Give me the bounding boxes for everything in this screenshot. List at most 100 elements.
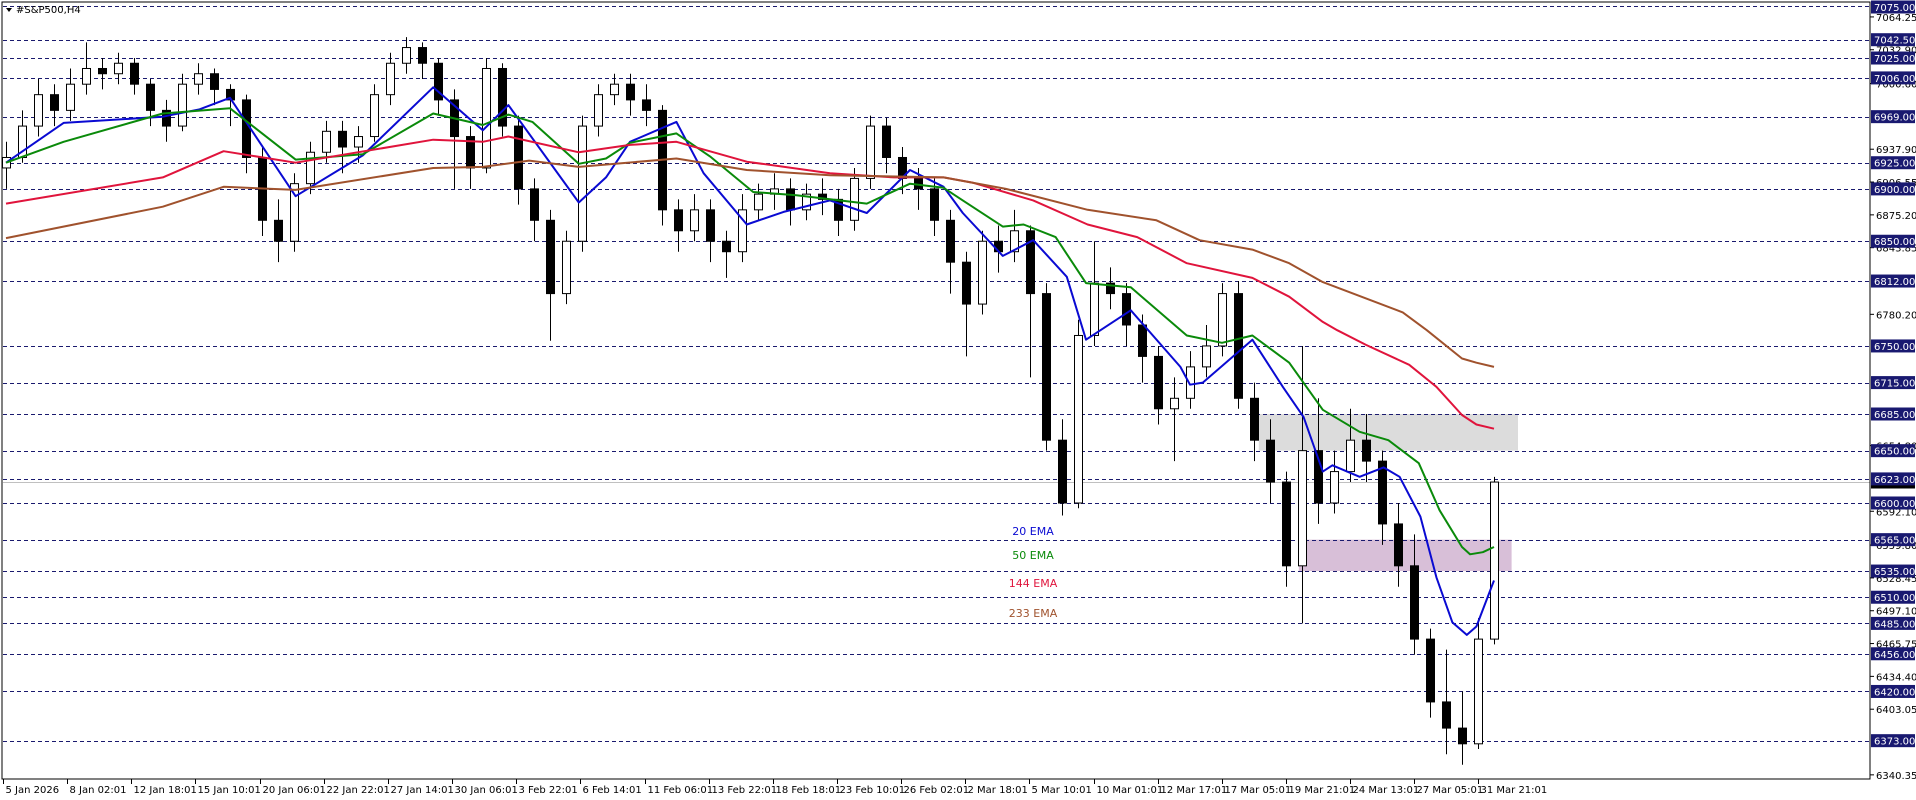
price-level-text: 6925.00	[1874, 159, 1915, 170]
price-tick-label: 6340.35	[1876, 771, 1916, 782]
time-tick-label: 23 Feb 10:01	[840, 785, 906, 796]
candle	[434, 58, 443, 116]
candle	[178, 73, 187, 132]
dropdown-triangle-icon[interactable]	[6, 8, 12, 12]
candle	[674, 199, 683, 252]
candle	[130, 58, 139, 95]
candle-body-bull	[386, 62, 395, 96]
candle	[418, 42, 427, 79]
candle	[1282, 471, 1291, 587]
candle	[626, 73, 635, 116]
candle	[242, 94, 251, 174]
legend-144-ema: 144 EMA	[1009, 577, 1058, 590]
candle	[786, 178, 795, 226]
zone-rect	[1258, 414, 1518, 451]
candle	[546, 209, 555, 341]
candle	[1458, 691, 1467, 765]
price-chart[interactable]: 20 EMA 50 EMA 144 EMA 233 EMA 7064.25703…	[0, 0, 1916, 800]
candle	[882, 117, 891, 174]
candle-body-bull	[690, 209, 699, 232]
legend-50-ema: 50 EMA	[1012, 549, 1054, 562]
time-tick-label: 27 Jan 14:01	[391, 785, 454, 796]
price-level-text: 6900.00	[1874, 185, 1915, 196]
candle-body-bull	[866, 125, 875, 179]
candle	[498, 63, 507, 137]
candle-body-bear	[1394, 523, 1403, 567]
candle-body-bull	[402, 47, 411, 64]
price-level-text: 6812.00	[1874, 277, 1915, 288]
time-tick-label: 10 Mar 01:01	[1097, 785, 1164, 796]
candle	[1090, 241, 1099, 346]
time-tick-label: 24 Mar 13:01	[1353, 785, 1420, 796]
price-tick-label: 6875.20	[1876, 211, 1916, 222]
candle-body-bull	[1330, 471, 1339, 504]
time-tick-label: 3 Feb 22:01	[519, 785, 578, 796]
candle	[658, 105, 667, 226]
candle	[402, 37, 411, 74]
candle-body-bear	[962, 261, 971, 305]
candle-body-bear	[930, 188, 939, 221]
candle-body-bear	[1282, 481, 1291, 567]
candle	[1474, 618, 1483, 750]
candle	[386, 52, 395, 106]
candle	[562, 230, 571, 305]
candle	[290, 173, 299, 252]
time-axis[interactable]: 5 Jan 2026 8 Jan 02:01 12 Jan 18:01 15 Jan …	[3, 779, 1548, 796]
price-axis[interactable]: 7064.257032.907000.606937.906906.556875.…	[1870, 0, 1916, 782]
candle-body-bull	[1474, 638, 1483, 745]
candle-body-bull	[610, 83, 619, 96]
price-level-label: 6565.00	[1871, 533, 1915, 547]
candle-body-bull	[850, 177, 859, 221]
price-level-text: 6373.00	[1874, 737, 1915, 748]
candle-body-bear	[642, 99, 651, 111]
candle-body-bear	[146, 83, 155, 111]
time-tick-label: 12 Mar 17:01	[1161, 785, 1228, 796]
price-level-label: 6812.00	[1871, 274, 1915, 288]
candle	[690, 194, 699, 242]
price-level-label: 6456.00	[1871, 647, 1915, 661]
legend-20-ema: 20 EMA	[1012, 525, 1054, 538]
price-level-text: 6750.00	[1874, 342, 1915, 353]
candle	[98, 58, 107, 90]
time-tick-label: 26 Feb 02:01	[904, 785, 970, 796]
candle-body-bear	[1138, 324, 1147, 357]
candle	[642, 84, 651, 127]
candle-body-bear	[418, 47, 427, 64]
price-level-text: 6510.00	[1874, 593, 1915, 604]
time-tick-label: 5 Mar 10:01	[1032, 785, 1092, 796]
candle	[114, 52, 123, 85]
candle-body-bear	[1410, 565, 1419, 640]
ema-line-144	[5, 135, 1495, 430]
candle	[146, 78, 155, 127]
candle	[530, 178, 539, 242]
candle	[274, 199, 283, 263]
candle	[818, 178, 827, 216]
price-level-label: 6510.00	[1871, 590, 1915, 604]
candle-body-bear	[1234, 293, 1243, 399]
price-tick-label: 6937.90	[1876, 145, 1916, 156]
candle-body-bull	[978, 240, 987, 305]
ema-layer	[5, 86, 1495, 636]
candle	[1026, 225, 1035, 378]
candle	[1042, 283, 1051, 451]
candle	[1490, 476, 1499, 645]
candle-body-bear	[210, 73, 219, 90]
candle-body-bull	[178, 83, 187, 127]
candle-body-bear	[50, 94, 59, 111]
candle-body-bull	[66, 83, 75, 111]
candle-body-bear	[1266, 439, 1275, 483]
time-tick-label: 8 Jan 02:01	[70, 785, 127, 796]
time-tick-label: 15 Jan 10:01	[198, 785, 261, 796]
price-level-label: 6600.00	[1871, 496, 1915, 510]
price-level-label: 6623.00	[1871, 472, 1915, 486]
candle	[978, 230, 987, 315]
price-level-text: 6565.00	[1874, 536, 1915, 547]
ema-legend: 20 EMA 50 EMA 144 EMA 233 EMA	[1009, 525, 1058, 620]
price-level-label: 6420.00	[1871, 684, 1915, 698]
price-level-text: 7025.00	[1874, 54, 1915, 65]
candle-body-bear	[1458, 727, 1467, 745]
price-level-text: 6685.00	[1874, 410, 1915, 421]
price-level-text: 6623.00	[1874, 475, 1915, 486]
candle-body-bull	[1218, 293, 1227, 347]
price-level-label: 7006.00	[1871, 71, 1915, 85]
